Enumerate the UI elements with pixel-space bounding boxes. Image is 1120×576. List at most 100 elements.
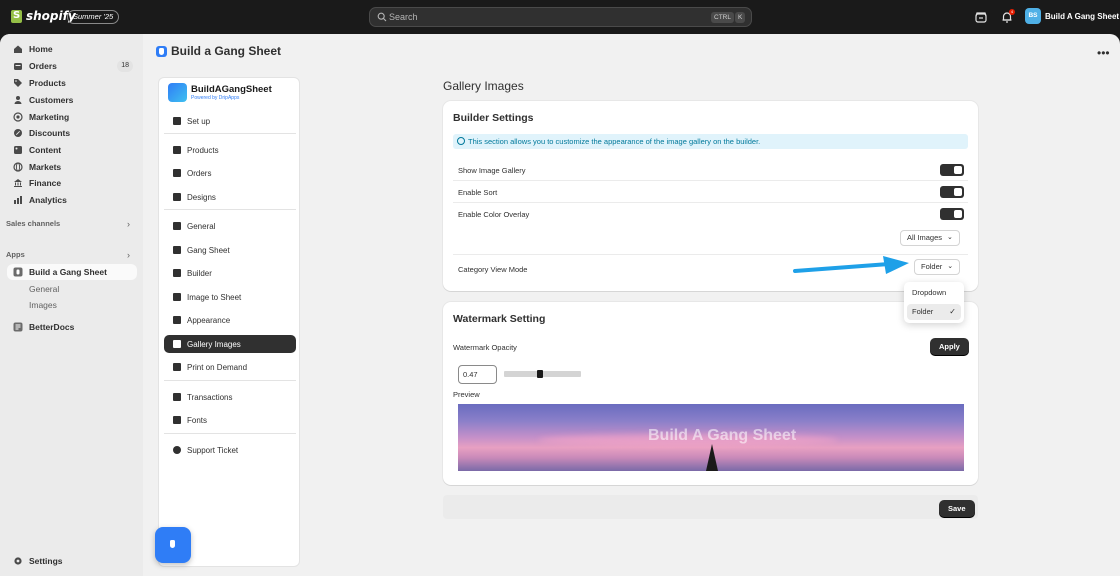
store-name[interactable]: Build A Gang Sheet (1045, 12, 1119, 21)
opacity-label: Watermark Opacity (453, 343, 517, 352)
bank-icon (13, 178, 23, 188)
nav-marketing[interactable]: Marketing (7, 109, 137, 125)
page-header: Build a Gang Sheet (156, 44, 281, 58)
nav-label: Orders (29, 61, 57, 71)
apps-heading[interactable]: Apps (6, 250, 25, 259)
nav-label: Build a Gang Sheet (29, 267, 107, 277)
divider (164, 433, 296, 434)
tag-icon (173, 146, 181, 154)
side-item-builder[interactable]: Builder (164, 264, 296, 282)
side-item-label: Print on Demand (187, 362, 248, 372)
store-avatar[interactable]: BS (1025, 8, 1041, 24)
nav-app-build-a-gang-sheet[interactable]: Build a Gang Sheet (7, 264, 137, 280)
admin-frame: Home Orders 18 Products Customers Market… (0, 34, 1120, 576)
gear-icon (13, 556, 23, 566)
side-item-print-on-demand[interactable]: Print on Demand (164, 358, 296, 376)
side-item-image-to-sheet[interactable]: Image to Sheet (164, 288, 296, 306)
nav-analytics[interactable]: Analytics (7, 192, 137, 208)
side-item-appearance[interactable]: Appearance (164, 311, 296, 329)
side-item-general[interactable]: General (164, 217, 296, 235)
check-icon: ✓ (949, 307, 956, 316)
nav-label: General (29, 284, 60, 294)
shopify-logo[interactable]: shopify (11, 9, 76, 23)
side-item-orders[interactable]: Orders (164, 164, 296, 182)
side-item-label: Gallery Images (187, 339, 241, 349)
side-item-label: Products (187, 145, 219, 155)
nav-label: Marketing (29, 112, 70, 122)
enable-color-overlay-toggle[interactable] (940, 208, 964, 220)
dropdown-option-dropdown[interactable]: Dropdown (907, 285, 961, 301)
dropdown-option-folder[interactable]: Folder ✓ (907, 304, 961, 320)
search-bar[interactable]: Search CTRL K (369, 7, 752, 27)
setting-label: Show Image Gallery (458, 166, 526, 175)
nav-products[interactable]: Products (7, 75, 137, 91)
top-bar: shopify Summer '25 Search CTRL K 4 BS Bu… (0, 0, 1120, 34)
nav-settings[interactable]: Settings (7, 553, 137, 569)
side-item-label: Fonts (187, 415, 208, 425)
edition-badge[interactable]: Summer '25 (67, 10, 120, 24)
nav-discounts[interactable]: Discounts (7, 125, 137, 141)
store-icon[interactable] (974, 10, 988, 24)
nav-orders[interactable]: Orders 18 (7, 58, 137, 74)
side-item-products[interactable]: Products (164, 141, 296, 159)
side-item-support-ticket[interactable]: Support Ticket (164, 441, 296, 459)
setting-label: Enable Sort (458, 188, 498, 197)
target-icon (13, 112, 23, 122)
search-icon (377, 12, 387, 22)
chevron-right-icon[interactable]: › (127, 219, 130, 229)
preview-label: Preview (453, 390, 480, 399)
side-item-gallery-images[interactable]: Gallery Images (164, 335, 296, 353)
category-view-select[interactable]: Folder ⌄ (914, 259, 961, 275)
enable-sort-toggle[interactable] (940, 186, 964, 198)
pointer-arrow-icon (793, 256, 909, 274)
search-placeholder: Search (389, 12, 418, 22)
nav-customers[interactable]: Customers (7, 92, 137, 108)
all-images-select[interactable]: All Images ⌄ (900, 230, 960, 246)
apply-button[interactable]: Apply (930, 338, 969, 355)
side-item-set-up[interactable]: Set up (164, 112, 296, 130)
shortcut-key: K (735, 12, 746, 23)
floating-app-button[interactable] (155, 527, 191, 563)
nav-markets[interactable]: Markets (7, 159, 137, 175)
nav-label: Markets (29, 162, 62, 172)
watermark-text: Build A Gang Sheet (648, 427, 797, 444)
sales-channels-heading[interactable]: Sales channels (6, 219, 60, 228)
nav-label: Discounts (29, 128, 71, 138)
nav-finance[interactable]: Finance (7, 175, 137, 191)
side-item-label: General (187, 221, 216, 231)
save-button[interactable]: Save (939, 500, 975, 517)
chevron-right-icon[interactable]: › (127, 250, 130, 260)
gallery-heading: Gallery Images (443, 79, 524, 93)
app-icon (13, 267, 23, 277)
side-item-transactions[interactable]: Transactions (164, 388, 296, 406)
side-item-label: Appearance (187, 315, 231, 325)
option-label: Folder (912, 307, 934, 316)
setting-label: Category View Mode (458, 265, 528, 274)
card-title: Builder Settings (453, 112, 534, 124)
side-item-designs[interactable]: Designs (164, 188, 296, 206)
opacity-input[interactable]: 0.47 (458, 365, 497, 384)
opacity-slider[interactable] (504, 370, 581, 378)
side-item-gang-sheet[interactable]: Gang Sheet (164, 241, 296, 259)
content-icon (13, 145, 23, 155)
side-item-label: Gang Sheet (187, 245, 230, 255)
side-item-label: Set up (187, 116, 211, 126)
info-icon (457, 137, 465, 145)
nav-home[interactable]: Home (7, 41, 137, 57)
more-actions-icon[interactable]: ••• (1097, 46, 1110, 60)
setting-label: Enable Color Overlay (458, 210, 530, 219)
nav-content[interactable]: Content (7, 142, 137, 158)
home-icon (13, 44, 23, 54)
select-value: Folder (921, 262, 943, 271)
side-item-fonts[interactable]: Fonts (164, 411, 296, 429)
notification-badge: 4 (1009, 9, 1015, 15)
shortcut-ctrl: CTRL (711, 12, 734, 23)
show-image-gallery-toggle[interactable] (940, 164, 964, 176)
page-title: Build a Gang Sheet (171, 44, 282, 58)
slider-thumb[interactable] (537, 370, 544, 378)
nav-sub-images[interactable]: Images (7, 297, 137, 313)
nav-app-betterdocs[interactable]: BetterDocs (7, 319, 137, 335)
nav-sub-general[interactable]: General (7, 281, 137, 297)
side-item-label: Builder (187, 268, 212, 278)
